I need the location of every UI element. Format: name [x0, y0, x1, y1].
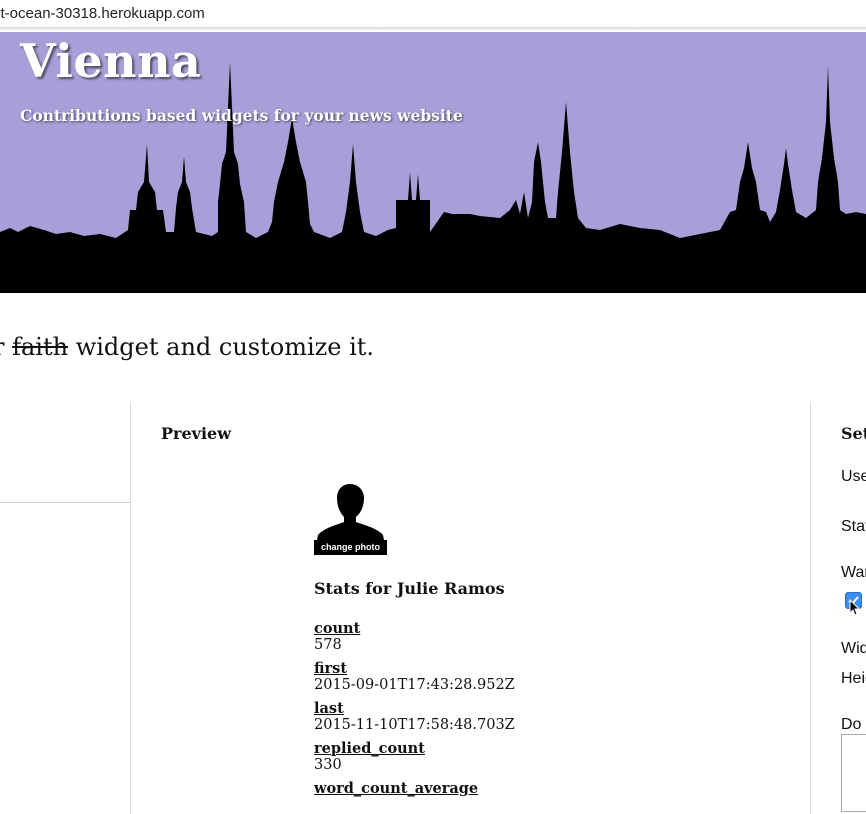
stat-item-replied-count: replied_count 330 [314, 740, 515, 774]
address-bar-url[interactable]: st-ocean-30318.herokuapp.com [0, 5, 205, 22]
stat-value: 578 [314, 637, 342, 653]
preview-title: Preview [161, 424, 231, 443]
stats-heading: Stats for Julie Ramos [314, 579, 505, 598]
settings-label-user: Use [841, 468, 866, 485]
stats-list: count 578 first 2015-09-01T17:43:28.952Z… [314, 620, 515, 803]
stat-key: count [314, 620, 361, 637]
stats-user-name: Julie Ramos [396, 579, 505, 598]
settings-textarea[interactable] [841, 734, 866, 812]
stat-value: 2015-11-10T17:58:48.703Z [314, 717, 515, 733]
column-divider-right [810, 402, 811, 814]
intro-suffix: widget and customize it. [68, 333, 375, 361]
column-divider-left [130, 402, 131, 814]
stat-key: word_count_average [314, 780, 479, 797]
intro-prefix: r [0, 333, 12, 361]
stat-key: replied_count [314, 740, 425, 757]
stat-key: last [314, 700, 344, 717]
intro-struck-word: faith [12, 333, 69, 361]
address-bar-shadow [0, 27, 866, 31]
change-photo-button[interactable]: change photo [314, 540, 387, 555]
stat-value: 2015-09-01T17:43:28.952Z [314, 677, 515, 693]
settings-label-do: Do [841, 716, 862, 733]
settings-label-stat: Stat [841, 518, 866, 535]
left-column-divider [0, 502, 130, 503]
avatar[interactable]: change photo [314, 480, 387, 555]
settings-title: Set [841, 424, 866, 443]
site-title: Vienna [20, 34, 202, 88]
stat-item-word-count-average: word_count_average [314, 780, 515, 797]
stat-item-last: last 2015-11-10T17:58:48.703Z [314, 700, 515, 734]
hero-banner: Vienna Contributions based widgets for y… [0, 32, 866, 293]
stat-item-count: count 578 [314, 620, 515, 654]
stat-key: first [314, 660, 348, 677]
stat-value: 330 [314, 757, 342, 773]
mouse-cursor-icon [849, 599, 861, 616]
stats-heading-prefix: Stats for [314, 579, 397, 598]
settings-label-warn: War [841, 564, 866, 581]
settings-label-width: Wid [841, 640, 866, 657]
intro-text: r faith widget and customize it. [0, 333, 374, 361]
browser-address-bar[interactable]: st-ocean-30318.herokuapp.com [0, 0, 866, 31]
stat-item-first: first 2015-09-01T17:43:28.952Z [314, 660, 515, 694]
site-subtitle: Contributions based widgets for your new… [20, 106, 463, 125]
settings-label-height: Heig [841, 670, 866, 687]
